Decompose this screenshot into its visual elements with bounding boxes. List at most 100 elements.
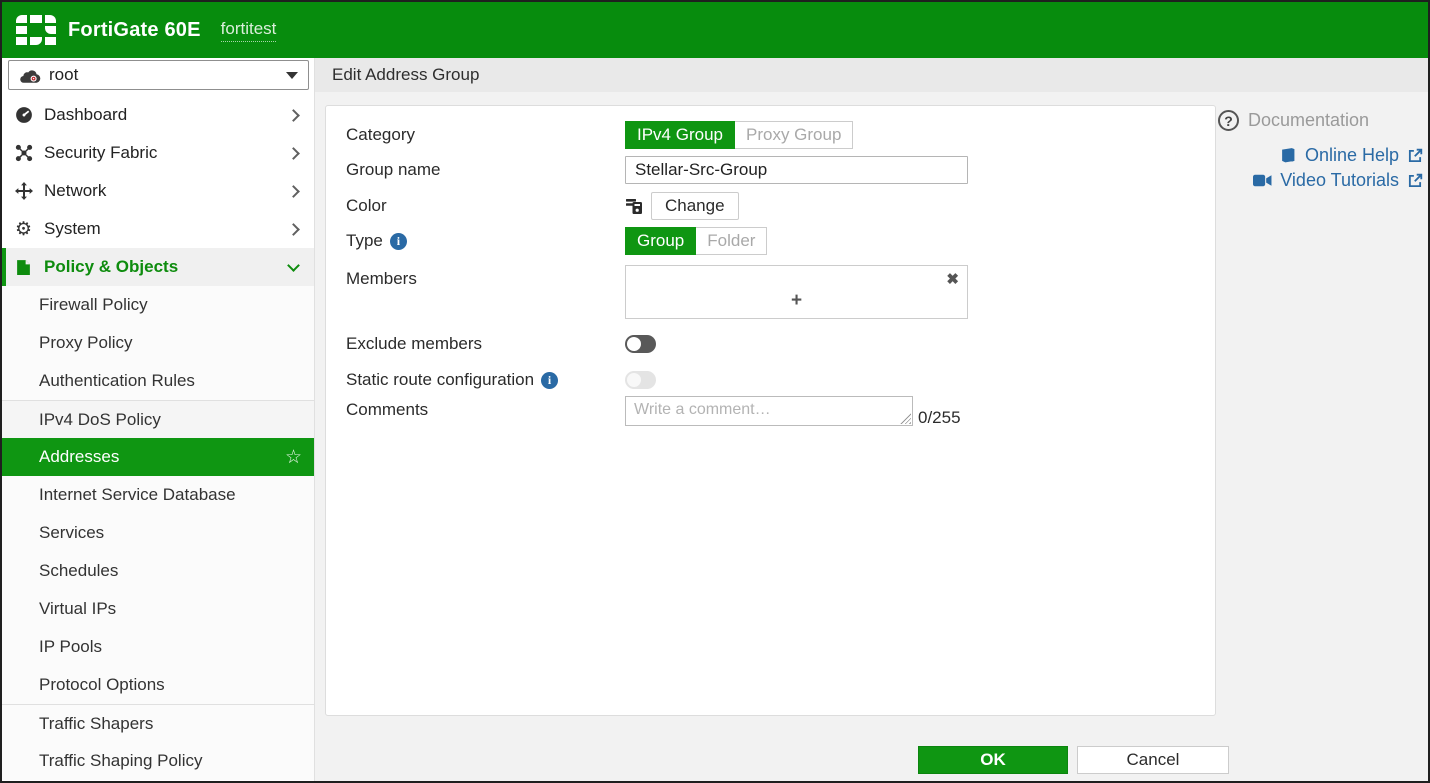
- sidebar-item-addresses[interactable]: Addresses ☆: [2, 438, 314, 476]
- page-titlebar: Edit Address Group: [315, 58, 1428, 92]
- documentation-title: Documentation: [1248, 110, 1369, 131]
- type-option-folder[interactable]: Folder: [696, 227, 767, 255]
- exclude-members-label: Exclude members: [346, 334, 625, 354]
- sidebar-item-dashboard[interactable]: Dashboard: [2, 96, 314, 134]
- color-row: Color Change: [346, 191, 1195, 221]
- comments-label: Comments: [346, 396, 625, 420]
- group-name-label: Group name: [346, 160, 625, 180]
- sub-item-label: Proxy Policy: [39, 333, 133, 353]
- exclude-members-toggle[interactable]: [625, 335, 656, 353]
- category-label: Category: [346, 125, 625, 145]
- video-tutorials-label: Video Tutorials: [1280, 170, 1399, 191]
- sidebar-item-proxy-policy[interactable]: Proxy Policy: [2, 324, 314, 362]
- sidebar-menu: Dashboard Security Fabric: [2, 96, 314, 780]
- sidebar-item-ip-pools[interactable]: IP Pools: [2, 628, 314, 666]
- policy-objects-submenu: Firewall Policy Proxy Policy Authenticat…: [2, 286, 314, 780]
- members-box[interactable]: ✖ +: [625, 265, 968, 319]
- documentation-panel: ? Documentation Online Help Video Tutori…: [1218, 110, 1423, 191]
- type-label: Type: [346, 231, 383, 251]
- sidebar-item-firewall-policy[interactable]: Firewall Policy: [2, 286, 314, 324]
- add-member-icon[interactable]: +: [626, 290, 967, 312]
- page-title: Edit Address Group: [332, 65, 479, 85]
- color-palette-icon: [625, 197, 643, 215]
- sub-item-label: Traffic Shaping Policy: [39, 751, 202, 771]
- network-arrows-icon: [14, 182, 33, 201]
- color-label: Color: [346, 196, 625, 216]
- online-help-link[interactable]: Online Help: [1280, 145, 1423, 166]
- sidebar-item-policy-objects[interactable]: Policy & Objects: [2, 248, 314, 286]
- sub-item-label: Virtual IPs: [39, 599, 116, 619]
- sub-item-label: Firewall Policy: [39, 295, 148, 315]
- hostname-link[interactable]: fortitest: [221, 19, 277, 42]
- vdom-value: root: [49, 65, 286, 85]
- book-icon: [1280, 147, 1297, 164]
- sub-item-label: IP Pools: [39, 637, 102, 657]
- product-name: FortiGate 60E: [68, 19, 201, 42]
- sidebar-item-label: Dashboard: [44, 105, 289, 125]
- group-name-input[interactable]: [625, 156, 968, 184]
- sidebar-item-security-fabric[interactable]: Security Fabric: [2, 134, 314, 172]
- static-route-toggle: [625, 371, 656, 389]
- sidebar-item-services[interactable]: Services: [2, 514, 314, 552]
- category-row: Category IPv4 Group Proxy Group: [346, 121, 1195, 149]
- members-label: Members: [346, 265, 625, 289]
- fabric-icon: [14, 144, 33, 163]
- sidebar-item-network[interactable]: Network: [2, 172, 314, 210]
- gear-icon: ⚙: [14, 220, 33, 239]
- video-tutorials-link[interactable]: Video Tutorials: [1253, 170, 1423, 191]
- sidebar-item-protocol-options[interactable]: Protocol Options: [2, 666, 314, 704]
- sidebar-item-traffic-shapers[interactable]: Traffic Shapers: [2, 704, 314, 742]
- sub-item-label: Protocol Options: [39, 675, 165, 695]
- category-option-ipv4-group[interactable]: IPv4 Group: [625, 121, 735, 149]
- type-option-group[interactable]: Group: [625, 227, 696, 255]
- sidebar-item-schedules[interactable]: Schedules: [2, 552, 314, 590]
- cancel-button[interactable]: Cancel: [1077, 746, 1229, 774]
- sidebar-item-traffic-shaping-policy[interactable]: Traffic Shaping Policy: [2, 742, 314, 780]
- sidebar: root Dashboard: [2, 58, 315, 781]
- vdom-select[interactable]: root: [8, 60, 309, 90]
- sidebar-item-label: System: [44, 219, 289, 239]
- members-row: Members ✖ +: [346, 265, 1195, 321]
- sidebar-item-label: Network: [44, 181, 289, 201]
- static-route-label: Static route configuration: [346, 370, 534, 390]
- edit-address-group-form: Category IPv4 Group Proxy Group Group na…: [325, 105, 1216, 716]
- top-bar: FortiGate 60E fortitest: [2, 2, 1428, 58]
- sidebar-item-label: Policy & Objects: [44, 257, 289, 277]
- external-link-icon: [1407, 148, 1423, 164]
- info-icon[interactable]: i: [541, 372, 558, 389]
- sidebar-item-ipv4-dos-policy[interactable]: IPv4 DoS Policy: [2, 400, 314, 438]
- gauge-icon: [14, 106, 33, 125]
- color-change-button[interactable]: Change: [651, 192, 739, 220]
- chevron-down-icon: [287, 259, 300, 272]
- sub-item-label: Addresses: [39, 447, 119, 467]
- policy-document-icon: [14, 258, 33, 277]
- category-option-proxy-group[interactable]: Proxy Group: [735, 121, 853, 149]
- sidebar-item-label: Security Fabric: [44, 143, 289, 163]
- clear-members-icon[interactable]: ✖: [946, 270, 959, 288]
- comments-textarea[interactable]: [625, 396, 913, 426]
- sub-item-label: Traffic Shapers: [39, 714, 153, 734]
- online-help-label: Online Help: [1305, 145, 1399, 166]
- exclude-members-row: Exclude members: [346, 332, 1195, 356]
- content-area: Category IPv4 Group Proxy Group Group na…: [315, 92, 1428, 781]
- sub-item-label: IPv4 DoS Policy: [39, 410, 161, 430]
- chevron-right-icon: [287, 109, 300, 122]
- comments-row: Comments 0/255: [346, 396, 1195, 430]
- fortigate-window: FortiGate 60E fortitest root Dashboard: [0, 0, 1430, 783]
- sidebar-item-system[interactable]: ⚙ System: [2, 210, 314, 248]
- ok-button[interactable]: OK: [918, 746, 1068, 774]
- comments-char-counter: 0/255: [918, 408, 961, 430]
- type-segmented-control: Group Folder: [625, 227, 767, 255]
- sidebar-item-virtual-ips[interactable]: Virtual IPs: [2, 590, 314, 628]
- info-icon[interactable]: i: [390, 233, 407, 250]
- sub-item-label: Authentication Rules: [39, 371, 195, 391]
- sidebar-item-internet-service-database[interactable]: Internet Service Database: [2, 476, 314, 514]
- chevron-right-icon: [287, 147, 300, 160]
- cloud-icon: [19, 68, 41, 83]
- help-question-icon: ?: [1218, 110, 1239, 131]
- sidebar-item-authentication-rules[interactable]: Authentication Rules: [2, 362, 314, 400]
- video-camera-icon: [1253, 174, 1272, 187]
- category-segmented-control: IPv4 Group Proxy Group: [625, 121, 853, 149]
- favorite-star-icon[interactable]: ☆: [285, 448, 302, 467]
- external-link-icon: [1407, 173, 1423, 189]
